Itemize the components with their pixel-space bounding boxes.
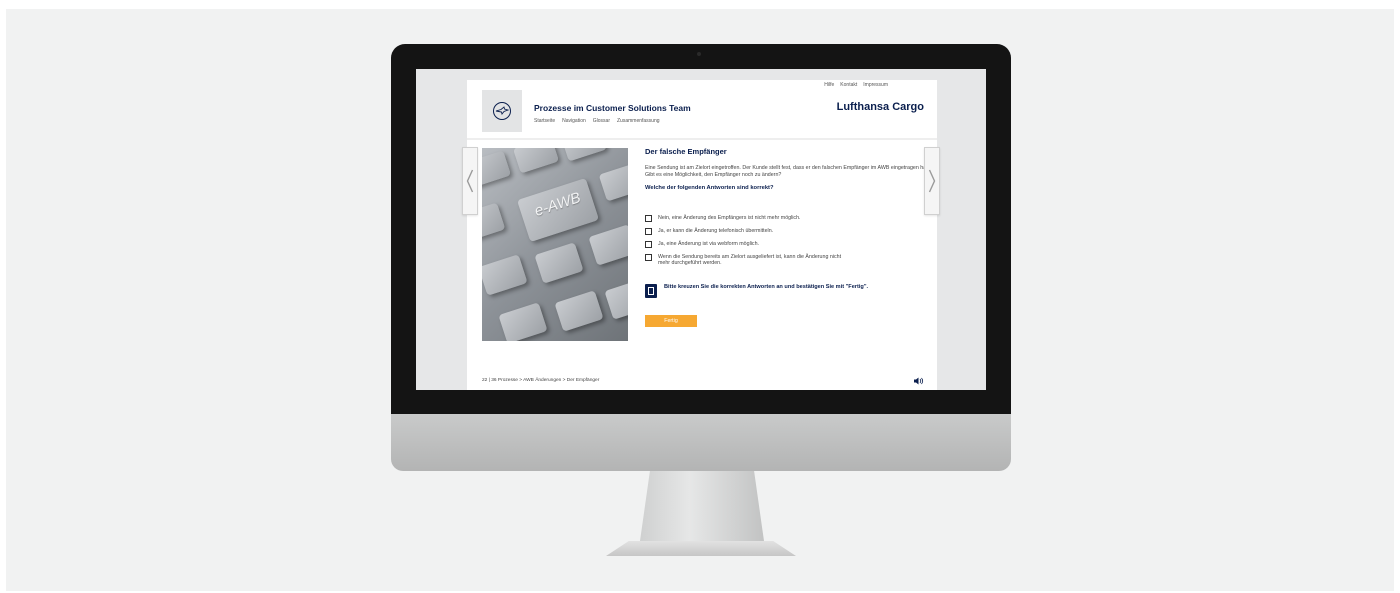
nav-item-summary[interactable]: Zusammenfassung: [617, 118, 660, 124]
answer-option[interactable]: Nein, eine Änderung des Empfängers ist n…: [645, 215, 935, 222]
keyboard-key: [534, 242, 584, 284]
question-panel: Der falsche Empfänger Eine Sendung ist a…: [645, 147, 935, 327]
next-page-button[interactable]: [924, 147, 940, 215]
keyboard-key: [604, 278, 628, 320]
keyboard-key: [560, 148, 608, 162]
page-title: Prozesse im Customer Solutions Team: [534, 103, 691, 113]
monitor-stand: [640, 471, 764, 541]
answer-checkbox[interactable]: [645, 241, 652, 248]
chevron-left-icon: [466, 169, 474, 193]
brand-wordmark: Lufthansa Cargo: [836, 101, 924, 113]
breadcrumb: 22 | 36 Prozesse > AWB Änderungen > Der …: [482, 378, 600, 383]
answer-checkbox[interactable]: [645, 228, 652, 235]
instruction-hint: Bitte kreuzen Sie die korrekten Antworte…: [645, 283, 935, 298]
imprint-link[interactable]: Impressum: [863, 82, 888, 88]
answer-label: Nein, eine Änderung des Empfängers ist n…: [658, 215, 801, 221]
chevron-right-icon: [928, 169, 936, 193]
question-text: Eine Sendung ist am Zielort eingetroffen…: [645, 165, 930, 178]
previous-page-button[interactable]: [462, 147, 478, 215]
keyboard-key: [482, 150, 512, 188]
camera-icon: [697, 52, 701, 56]
answer-checkbox[interactable]: [645, 215, 652, 222]
top-links: Hilfe Kontakt Impressum: [824, 82, 888, 88]
screen: Hilfe Kontakt Impressum Prozesse im Cust…: [416, 69, 986, 390]
keyboard-key: [554, 290, 604, 332]
keyboard-key: [482, 254, 528, 296]
answer-option[interactable]: Ja, er kann die Änderung telefonisch übe…: [645, 228, 935, 235]
logo: [482, 90, 522, 132]
answer-options: Nein, eine Änderung des Empfängers ist n…: [645, 215, 935, 267]
keyboard-key: [512, 148, 560, 174]
answer-option[interactable]: Wenn die Sendung bereits am Zielort ausg…: [645, 254, 935, 267]
monitor-chin: [391, 414, 1011, 471]
answer-checkbox[interactable]: [645, 254, 652, 261]
keyboard-key: [482, 202, 506, 242]
course-page: Hilfe Kontakt Impressum Prozesse im Cust…: [467, 80, 937, 390]
nav-item-navigation[interactable]: Navigation: [562, 118, 586, 124]
done-button[interactable]: Fertig: [645, 314, 697, 327]
contact-link[interactable]: Kontakt: [840, 82, 857, 88]
crane-logo-icon: [493, 102, 511, 120]
speaker-icon[interactable]: [914, 377, 924, 385]
help-link[interactable]: Hilfe: [824, 82, 834, 88]
answer-label: Wenn die Sendung bereits am Zielort ausg…: [658, 254, 842, 267]
answer-option[interactable]: Ja, eine Änderung ist via webform möglic…: [645, 241, 935, 248]
keyboard-key: [588, 224, 628, 266]
main-nav: Startseite Navigation Glossar Zusammenfa…: [534, 118, 660, 124]
header-divider: [467, 138, 937, 140]
question-prompt: Welche der folgenden Antworten sind korr…: [645, 185, 774, 191]
keyboard-key: [598, 162, 628, 202]
nav-item-glossary[interactable]: Glossar: [593, 118, 610, 124]
keyboard-key: [498, 302, 548, 341]
monitor-base: [606, 541, 796, 556]
answer-label: Ja, er kann die Änderung telefonisch übe…: [658, 228, 774, 234]
answer-label: Ja, eine Änderung ist via webform möglic…: [658, 241, 759, 247]
nav-item-home[interactable]: Startseite: [534, 118, 555, 124]
question-title: Der falsche Empfänger: [645, 147, 727, 156]
clipboard-icon: [645, 283, 657, 298]
keyboard-photo: e-AWB: [482, 148, 628, 341]
instruction-text: Bitte kreuzen Sie die korrekten Antworte…: [664, 283, 869, 290]
